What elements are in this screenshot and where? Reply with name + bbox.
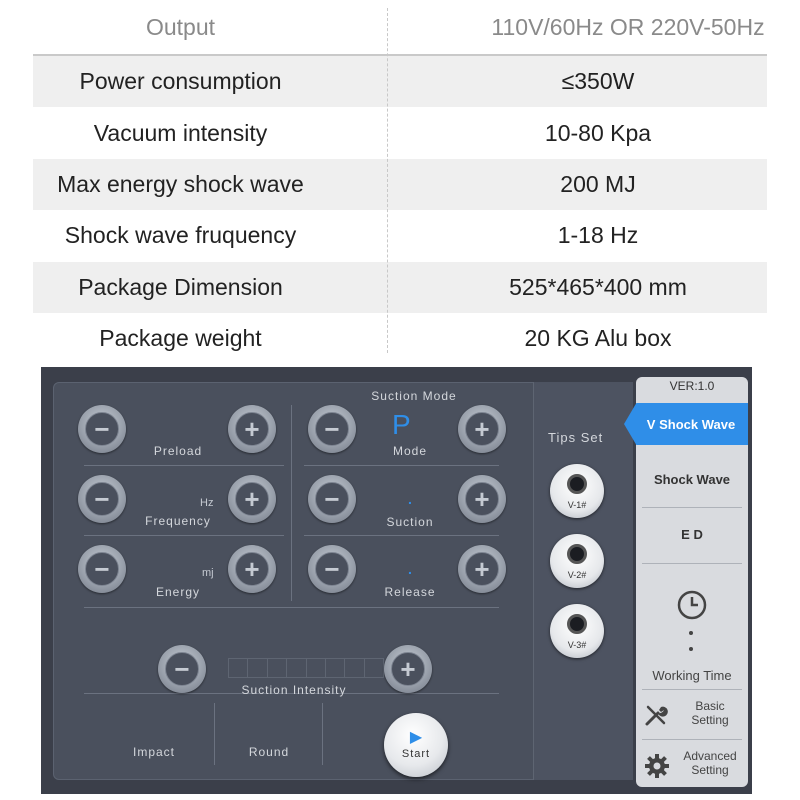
frequency-unit: Hz [200,497,214,509]
menu-basic-setting[interactable]: Basic Setting [640,693,744,739]
spec-row: Shock wave fruquency 1-18 Hz [33,210,767,261]
play-icon: ▶ [409,729,423,746]
spec-row: Power consumption ≤350W [33,56,767,108]
spec-divider [387,8,388,353]
menu-divider [642,507,742,508]
tip-v3-button[interactable]: V-3# [550,604,604,658]
tip-label: V-2# [567,570,587,580]
row-divider [304,465,499,466]
energy-plus-button[interactable]: + [228,545,276,593]
menu-divider [642,563,742,564]
impact-label: Impact [132,745,175,759]
basic-setting-label: Basic Setting [691,699,729,727]
working-time-value [689,647,693,651]
spec-table: Output 110V/60Hz OR 220V-50Hz Power cons… [33,0,767,364]
round-label: Round [248,745,290,759]
spec-label: Max energy shock wave [57,170,304,197]
working-time-value [689,631,693,635]
menu-divider [642,739,742,740]
suction-minus-button[interactable]: − [308,475,356,523]
spec-label: Power consumption [79,68,282,95]
suction-intensity-label: Suction Intensity [241,683,347,697]
menu-ed[interactable]: E D [642,527,742,542]
energy-minus-button[interactable]: − [78,545,126,593]
spec-value: ≤350W [561,68,635,95]
tips-title: Tips Set [548,430,604,445]
menu-shock-wave[interactable]: Shock Wave [642,472,742,487]
row-divider [84,607,499,608]
release-plus-button[interactable]: + [458,545,506,593]
tips-panel: Tips Set V-1# V-2# V-3# [533,382,633,780]
suction-label: Suction [386,515,434,529]
clock-icon [677,590,707,620]
mode-plus-button[interactable]: + [458,405,506,453]
spec-header-row: Output 110V/60Hz OR 220V-50Hz [33,0,767,56]
mode-minus-button[interactable]: − [308,405,356,453]
spec-row: Max energy shock wave 200 MJ [33,158,767,211]
menu-divider [642,689,742,690]
spec-value: 200 MJ [560,170,636,197]
preload-minus-button[interactable]: − [78,405,126,453]
spec-label: Package weight [99,325,262,352]
menu-advanced-setting[interactable]: Advanced Setting [640,743,744,789]
tip-icon [567,474,587,494]
spec-value: 525*465*400 mm [509,273,687,300]
intensity-minus-button[interactable]: − [158,645,206,693]
tab-v-shock-wave-label: V Shock Wave [646,416,736,432]
spec-row: Package weight 20 KG Alu box [33,313,767,364]
suction-value: . [408,491,412,507]
spec-label: Package Dimension [78,273,283,300]
preload-label: Preload [153,444,203,458]
device-screen: Suction Mode − + Preload − + Hz Frequenc… [41,367,752,794]
release-minus-button[interactable]: − [308,545,356,593]
spec-row: Vacuum intensity 10-80 Kpa [33,107,767,158]
spec-label: Vacuum intensity [93,119,268,146]
tip-v1-button[interactable]: V-1# [550,464,604,518]
tab-v-shock-wave[interactable]: V Shock Wave [624,403,748,445]
tip-icon [567,544,587,564]
energy-unit: mj [202,567,214,579]
frequency-plus-button[interactable]: + [228,475,276,523]
version-label: VER:1.0 [669,379,715,393]
row-divider [84,465,284,466]
spec-value: 10-80 Kpa [544,119,652,146]
frequency-label: Frequency [145,514,211,528]
row-divider [84,535,284,536]
start-label: Start [401,748,431,760]
spec-row: Package Dimension 525*465*400 mm [33,261,767,313]
release-label: Release [384,585,436,599]
column-divider [291,405,292,601]
control-panel: Suction Mode − + Preload − + Hz Frequenc… [53,382,573,780]
gear-icon [645,754,669,778]
suction-mode-title: Suction Mode [371,389,457,403]
preload-plus-button[interactable]: + [228,405,276,453]
frequency-minus-button[interactable]: − [78,475,126,523]
mode-value: P [392,409,411,440]
tools-icon [645,705,668,726]
suction-intensity-bar [228,658,384,678]
spec-label: Shock wave fruquency [64,222,297,249]
spec-value: 20 KG Alu box [524,325,672,352]
tip-icon [567,614,587,634]
suction-plus-button[interactable]: + [458,475,506,523]
release-value: . [408,561,412,577]
spec-header-label: Output [145,13,216,40]
intensity-plus-button[interactable]: + [384,645,432,693]
mode-label: Mode [392,444,428,458]
working-time-label: Working Time [652,668,732,683]
advanced-setting-label: Advanced Setting [683,749,737,777]
column-divider [322,703,323,765]
tip-label: V-1# [567,500,587,510]
start-button[interactable]: ▶ Start [384,713,448,777]
energy-label: Energy [155,585,201,599]
spec-value: 1-18 Hz [557,222,639,249]
row-divider [304,535,499,536]
column-divider [214,703,215,765]
tip-label: V-3# [567,640,587,650]
spec-header-value: 110V/60Hz OR 220V-50Hz [491,13,765,40]
side-menu: VER:1.0 V Shock Wave Shock Wave E D Work… [624,377,748,789]
tip-v2-button[interactable]: V-2# [550,534,604,588]
